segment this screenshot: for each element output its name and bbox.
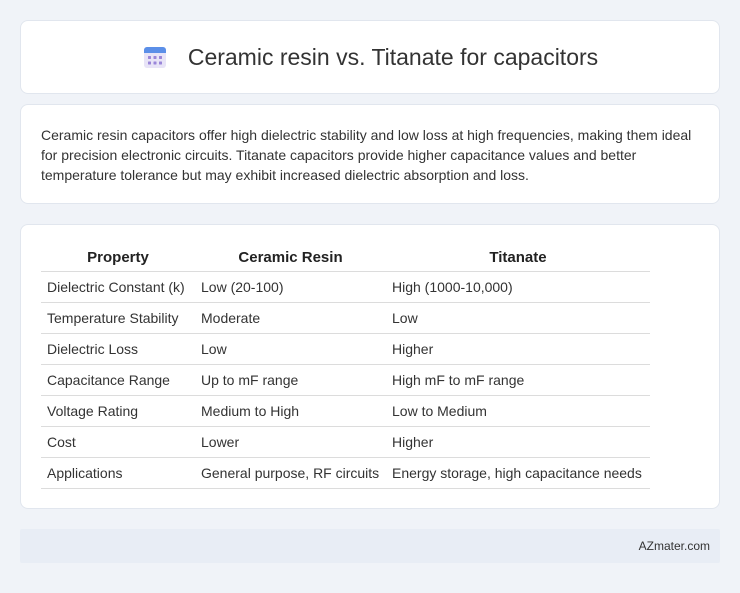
table-cell: Low (195, 333, 386, 365)
table-row: Temperature Stability Moderate Low (41, 302, 650, 334)
page-title: Ceramic resin vs. Titanate for capacitor… (187, 43, 599, 70)
table-row: Capacitance Range Up to mF range High mF… (41, 364, 650, 396)
table-cell: Lower (195, 426, 386, 458)
intro-card: Ceramic resin capacitors offer high diel… (20, 104, 720, 204)
footer-brand-link[interactable]: AZmater.com (639, 539, 710, 553)
table-header-row: Property Ceramic Resin Titanate (41, 245, 650, 272)
table-cell: Low (386, 302, 650, 334)
footer-bar: AZmater.com (20, 529, 720, 563)
title-card: Ceramic resin vs. Titanate for capacitor… (20, 20, 720, 94)
table-cell: Voltage Rating (41, 395, 195, 427)
table-cell: Capacitance Range (41, 364, 195, 396)
comparison-table: Property Ceramic Resin Titanate Dielectr… (41, 245, 650, 489)
table-cell: Temperature Stability (41, 302, 195, 334)
table-cell: Energy storage, high capacitance needs (386, 457, 650, 489)
table-cell: High (1000-10,000) (386, 271, 650, 303)
table-cell: High mF to mF range (386, 364, 650, 396)
table-row: Dielectric Constant (k) Low (20-100) Hig… (41, 271, 650, 303)
table-row: Applications General purpose, RF circuit… (41, 457, 650, 489)
table-cell: Up to mF range (195, 364, 386, 396)
calendar-icon (143, 47, 166, 68)
table-cell: Dielectric Loss (41, 333, 195, 365)
table-row: Dielectric Loss Low Higher (41, 333, 650, 365)
table-cell: Cost (41, 426, 195, 458)
table-cell: Higher (386, 333, 650, 365)
column-header: Property (41, 245, 195, 272)
table-row: Cost Lower Higher (41, 426, 650, 458)
comparison-card: Property Ceramic Resin Titanate Dielectr… (20, 224, 720, 509)
column-header: Ceramic Resin (195, 245, 386, 272)
column-header: Titanate (386, 245, 650, 272)
table-cell: Dielectric Constant (k) (41, 271, 195, 303)
intro-text: Ceramic resin capacitors offer high diel… (41, 127, 692, 183)
table-cell: General purpose, RF circuits (195, 457, 386, 489)
table-cell: Low to Medium (386, 395, 650, 427)
table-cell: Low (20-100) (195, 271, 386, 303)
table-cell: Medium to High (195, 395, 386, 427)
table-cell: Applications (41, 457, 195, 489)
table-cell: Moderate (195, 302, 386, 334)
table-cell: Higher (386, 426, 650, 458)
table-row: Voltage Rating Medium to High Low to Med… (41, 395, 650, 427)
